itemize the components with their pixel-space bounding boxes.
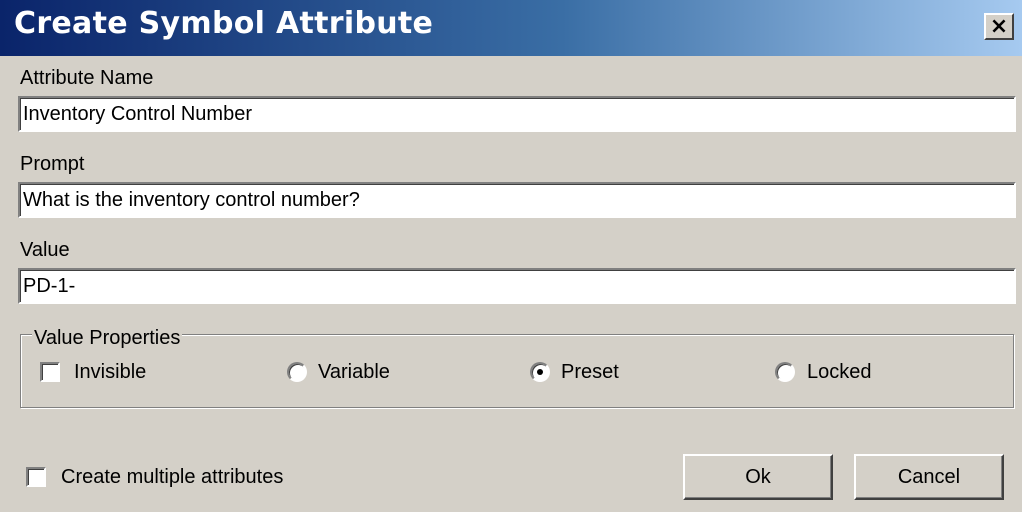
- value-input[interactable]: [18, 268, 1016, 304]
- create-multiple-label[interactable]: Create multiple attributes: [61, 465, 283, 489]
- prompt-input[interactable]: [18, 182, 1016, 218]
- dialog-title: Create Symbol Attribute: [14, 6, 434, 41]
- cancel-button[interactable]: Cancel: [854, 454, 1004, 500]
- invisible-checkbox[interactable]: [40, 362, 60, 382]
- variable-label[interactable]: Variable: [318, 360, 390, 384]
- attribute-name-label: Attribute Name: [20, 67, 154, 89]
- ok-button[interactable]: Ok: [683, 454, 833, 500]
- preset-radio[interactable]: [530, 362, 550, 382]
- cancel-button-label: Cancel: [897, 465, 961, 488]
- preset-label[interactable]: Preset: [561, 360, 619, 384]
- ok-button-label: Ok: [745, 465, 771, 488]
- radio-selected-dot: [537, 369, 543, 375]
- value-label: Value: [20, 239, 70, 261]
- locked-radio[interactable]: [775, 362, 795, 382]
- variable-radio[interactable]: [287, 362, 307, 382]
- attribute-name-input[interactable]: [18, 96, 1016, 132]
- invisible-label[interactable]: Invisible: [74, 360, 146, 384]
- close-button[interactable]: ×: [984, 13, 1014, 40]
- prompt-label: Prompt: [20, 153, 85, 175]
- close-icon: ×: [989, 13, 1009, 39]
- locked-label[interactable]: Locked: [807, 360, 872, 384]
- create-multiple-checkbox[interactable]: [26, 467, 46, 487]
- value-properties-legend: Value Properties: [32, 326, 183, 350]
- create-symbol-attribute-dialog: Create Symbol Attribute × Attribute Name…: [0, 0, 1022, 512]
- title-bar[interactable]: Create Symbol Attribute ×: [0, 0, 1022, 56]
